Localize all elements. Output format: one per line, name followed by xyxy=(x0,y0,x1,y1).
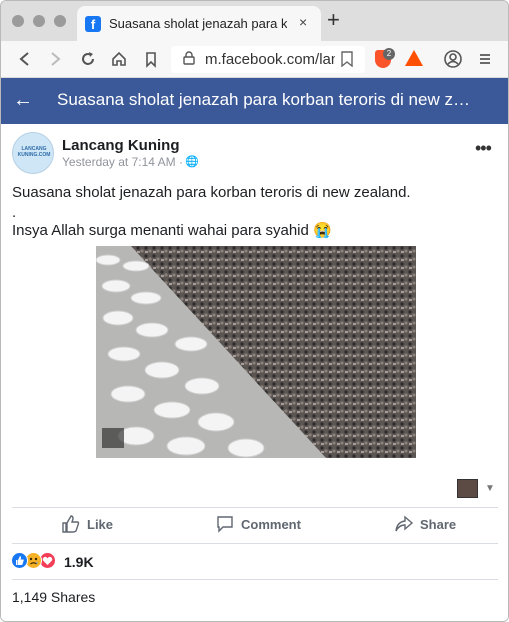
header-title: Suasana sholat jenazah para korban teror… xyxy=(57,90,477,109)
tab-close-icon[interactable]: × xyxy=(299,14,307,30)
more-options-icon[interactable]: ••• xyxy=(475,138,492,159)
like-label: Like xyxy=(87,517,114,532)
comment-label: Comment xyxy=(241,517,301,532)
title-bar: f Suasana sholat jenazah para kor × + xyxy=(1,1,508,41)
like-reaction-icon xyxy=(11,552,28,569)
photo-illustration xyxy=(96,246,416,458)
like-button[interactable]: Like xyxy=(61,514,121,536)
timestamp-text: Yesterday at 7:14 AM xyxy=(62,155,176,169)
share-icon xyxy=(395,515,414,532)
browser-tab[interactable]: f Suasana sholat jenazah para kor × xyxy=(77,6,321,41)
lock-icon xyxy=(183,51,195,68)
brave-rewards-icon[interactable] xyxy=(405,50,423,66)
url-text: m.facebook.com/lanc xyxy=(205,51,335,68)
separator: · xyxy=(178,155,183,169)
close-window-button[interactable] xyxy=(12,15,24,27)
shields-count-badge: 2 xyxy=(383,48,395,60)
back-arrow-icon[interactable]: ← xyxy=(13,89,33,111)
bookmark-page-icon[interactable] xyxy=(341,51,353,70)
reload-icon[interactable] xyxy=(78,49,98,69)
new-tab-button[interactable]: + xyxy=(327,9,340,31)
back-icon[interactable] xyxy=(15,49,35,69)
post-text-line-2: . xyxy=(12,204,17,221)
shares-count[interactable]: 1,149 Shares xyxy=(12,589,95,605)
profile-icon[interactable] xyxy=(443,49,463,69)
browser-toolbar: m.facebook.com/lanc 2 xyxy=(1,41,508,78)
avatar[interactable]: LANCANG KUNING.COM xyxy=(12,132,54,174)
divider xyxy=(12,579,498,580)
post-photo[interactable] xyxy=(96,246,416,458)
menu-icon[interactable] xyxy=(475,49,495,69)
zoom-window-button[interactable] xyxy=(54,15,66,27)
bookmark-icon[interactable] xyxy=(141,49,161,69)
thumbs-up-icon xyxy=(62,515,80,533)
avatar-logo-text: LANCANG KUNING.COM xyxy=(17,146,51,158)
share-label: Share xyxy=(420,517,457,532)
post-text-line-1: Suasana sholat jenazah para korban teror… xyxy=(12,184,411,201)
share-button[interactable]: Share xyxy=(394,514,464,536)
browser-window: f Suasana sholat jenazah para kor × + m.… xyxy=(0,0,509,622)
forward-icon[interactable] xyxy=(45,49,65,69)
facebook-header: ← Suasana sholat jenazah para korban ter… xyxy=(1,78,508,124)
divider xyxy=(12,507,498,508)
post-author[interactable]: Lancang Kuning xyxy=(62,137,180,154)
commenter-thumbnail[interactable] xyxy=(457,479,478,498)
address-bar[interactable]: m.facebook.com/lanc xyxy=(171,46,365,73)
post: LANCANG KUNING.COM Lancang Kuning Yester… xyxy=(1,124,508,621)
reaction-count[interactable]: 1.9K xyxy=(64,554,94,570)
minimize-window-button[interactable] xyxy=(33,15,45,27)
home-icon[interactable] xyxy=(109,49,129,69)
globe-icon: 🌐 xyxy=(185,156,199,168)
post-timestamp[interactable]: Yesterday at 7:14 AM · xyxy=(62,155,183,169)
tab-title: Suasana sholat jenazah para kor xyxy=(109,16,287,31)
divider xyxy=(12,543,498,544)
comment-icon xyxy=(217,516,233,533)
post-text-line-3: Insya Allah surga menanti wahai para sya… xyxy=(12,222,332,239)
chevron-down-icon[interactable]: ▼ xyxy=(485,483,495,494)
comment-button[interactable]: Comment xyxy=(215,514,305,536)
facebook-favicon-icon: f xyxy=(85,16,101,32)
